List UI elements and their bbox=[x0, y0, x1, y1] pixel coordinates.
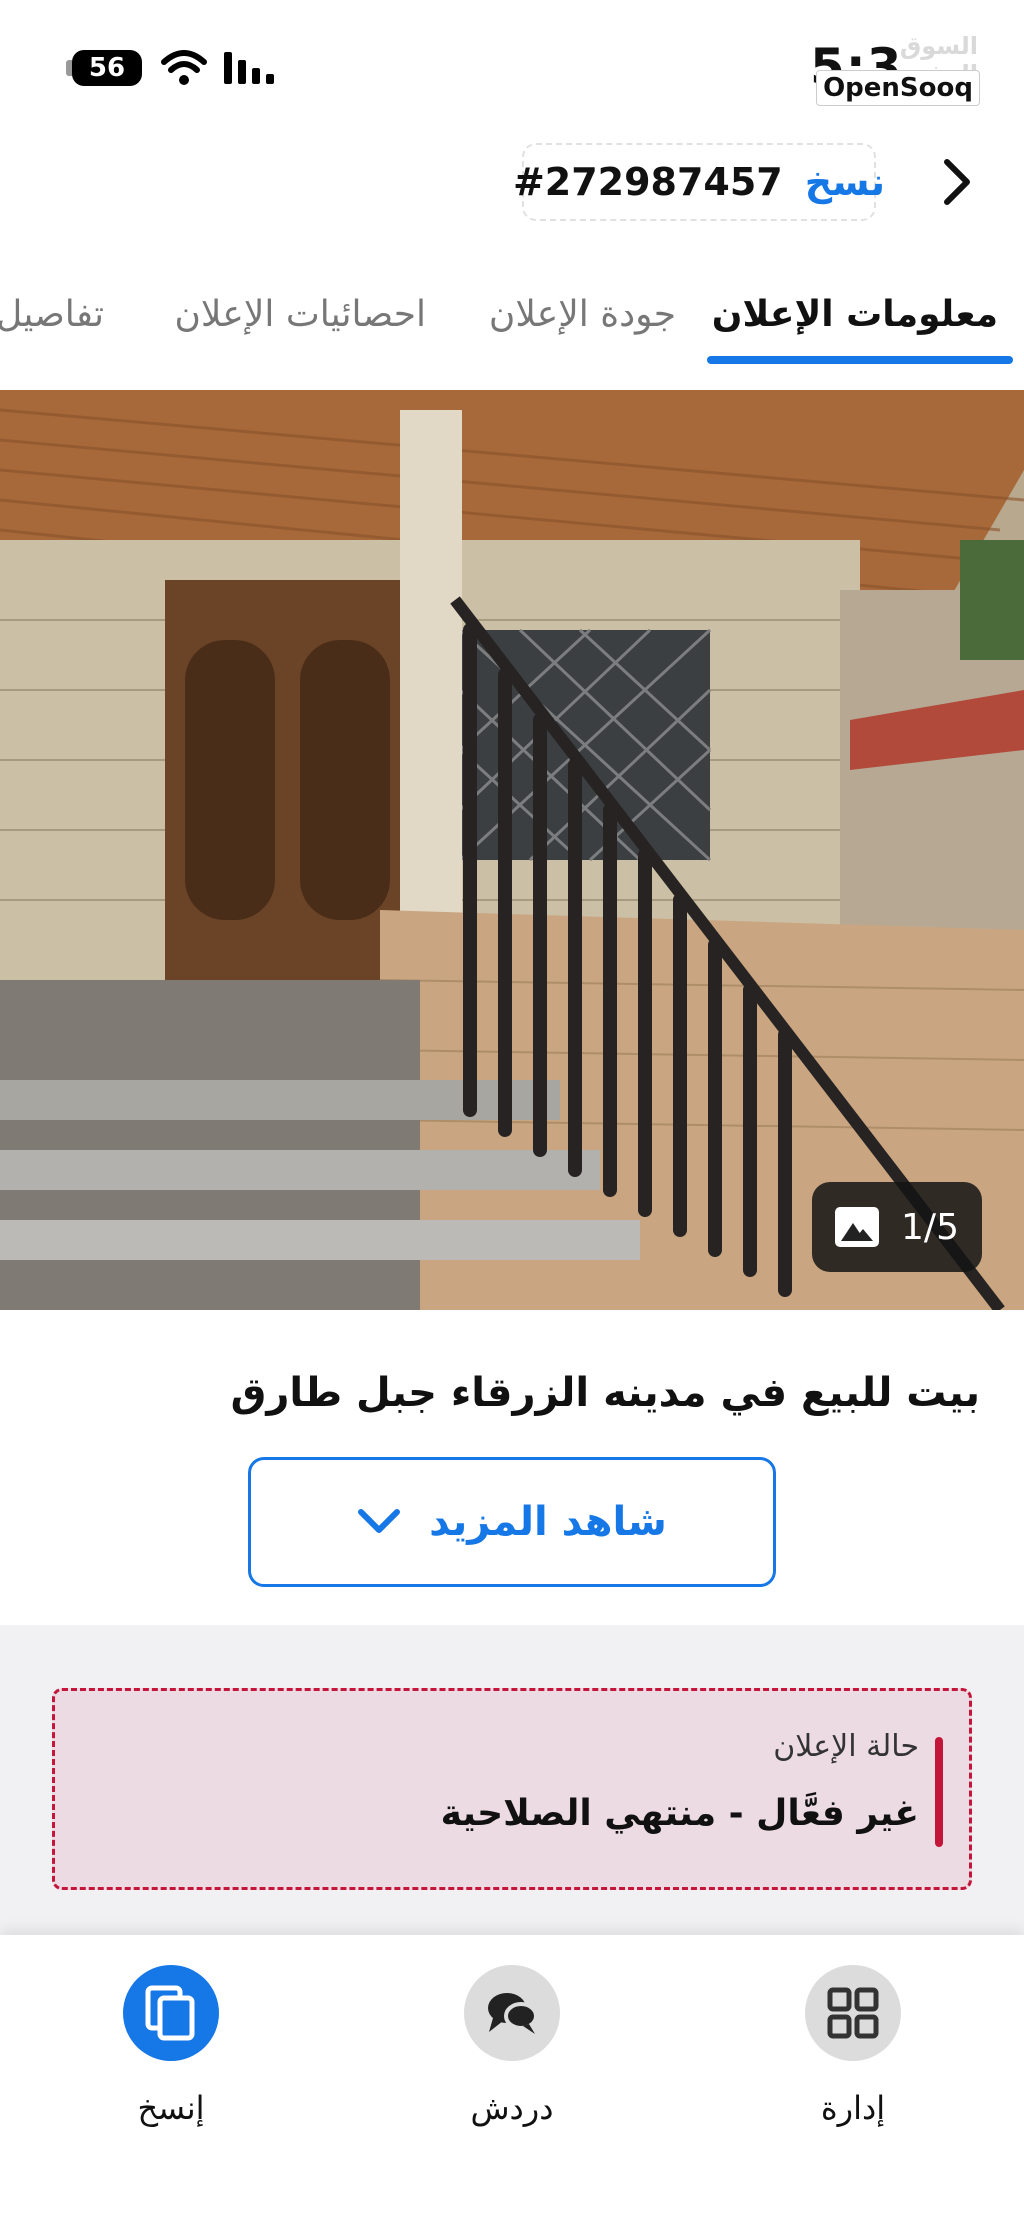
copy-label-bottom: إنسخ bbox=[137, 2089, 205, 2127]
chat-circle bbox=[464, 1965, 560, 2061]
ad-id: #272987457 bbox=[512, 160, 783, 204]
status-accent-bar bbox=[935, 1737, 943, 1847]
battery-icon: 56 bbox=[66, 50, 142, 86]
tab-ad-info[interactable]: معلومات الإعلان bbox=[712, 294, 998, 335]
tab-ad-quality[interactable]: جودة الإعلان bbox=[489, 294, 676, 335]
logo-english: OpenSooq bbox=[816, 70, 980, 106]
photo-counter[interactable]: 1/5 bbox=[812, 1182, 982, 1272]
signal-icon bbox=[224, 52, 274, 84]
back-button[interactable] bbox=[930, 150, 984, 214]
copy-button[interactable]: إنسخ bbox=[71, 1965, 271, 2165]
wifi-icon bbox=[161, 50, 207, 85]
photo-counter-text: 1/5 bbox=[901, 1206, 959, 1248]
opensooq-logo: السوق المفتوح OpenSooq bbox=[816, 14, 1002, 106]
chat-icon bbox=[488, 1993, 538, 2034]
copy-ad-id-button[interactable]: #272987457 نسخ bbox=[513, 143, 885, 221]
manage-circle bbox=[805, 1965, 901, 2061]
chevron-down-icon bbox=[358, 1509, 401, 1533]
bottom-action-bar: إدارة دردش إنسخ bbox=[0, 1935, 1024, 2215]
battery-level: 56 bbox=[88, 53, 126, 83]
chevron-right-icon bbox=[944, 159, 970, 205]
chat-label: دردش bbox=[470, 2089, 554, 2127]
house-photo bbox=[0, 390, 1024, 1310]
tab-details[interactable]: تفاصيل bbox=[0, 294, 104, 335]
copy-label: نسخ bbox=[804, 160, 886, 204]
copy-circle bbox=[123, 1965, 219, 2061]
grid-icon bbox=[827, 1987, 879, 2039]
chat-button[interactable]: دردش bbox=[412, 1965, 612, 2165]
status-value: غير فعَّال - منتهي الصلاحية bbox=[440, 1793, 919, 1834]
ad-title: بيت للبيع في مدينه الزرقاء جبل طارق bbox=[230, 1370, 980, 1416]
ad-status-card: حالة الإعلان غير فعَّال - منتهي الصلاحية bbox=[52, 1688, 972, 1890]
tab-ad-stats[interactable]: احصائيات الإعلان bbox=[174, 294, 426, 335]
manage-label: إدارة bbox=[820, 2089, 886, 2127]
ad-photo[interactable] bbox=[0, 390, 1024, 1310]
status-heading: حالة الإعلان bbox=[773, 1729, 919, 1764]
copy-icon bbox=[145, 1985, 195, 2041]
see-more-button[interactable]: شاهد المزيد bbox=[248, 1457, 776, 1587]
status-bar: 56 5:3 السوق المفتوح OpenSooq bbox=[0, 0, 1024, 130]
see-more-label: شاهد المزيد bbox=[429, 1499, 667, 1545]
manage-button[interactable]: إدارة bbox=[753, 1965, 953, 2165]
tab-bar: معلومات الإعلان جودة الإعلان احصائيات ال… bbox=[0, 282, 1024, 364]
active-tab-indicator bbox=[707, 356, 1013, 364]
image-icon bbox=[835, 1207, 880, 1247]
